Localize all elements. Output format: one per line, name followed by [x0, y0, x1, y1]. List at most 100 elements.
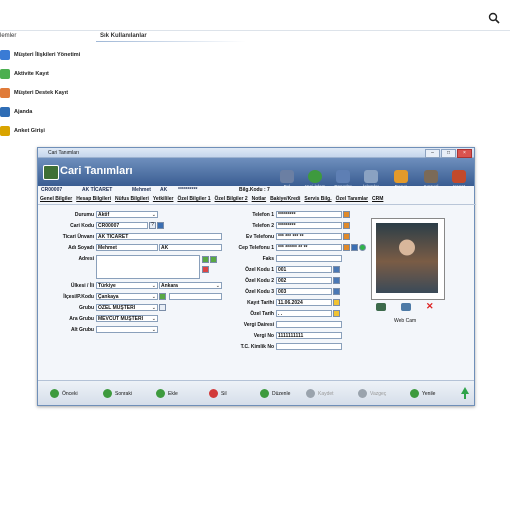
tab-ozel2[interactable]: Özel Bilgiler 2: [215, 196, 248, 204]
delete-photo-icon[interactable]: ✕: [426, 301, 434, 312]
grubu-edit-icon[interactable]: [159, 304, 166, 311]
tab-nufus[interactable]: Nüfus Bilgileri: [115, 196, 149, 204]
posta-kodu-field[interactable]: [169, 293, 222, 300]
add-ilce-icon[interactable]: [159, 293, 166, 300]
call-icon[interactable]: [343, 211, 350, 218]
evtel-label: Ev Telefonu: [246, 234, 274, 240]
delete-button[interactable]: Sil: [209, 389, 227, 398]
edit-address-icon[interactable]: [210, 256, 217, 263]
unvan-field[interactable]: AK TİCARET: [96, 233, 222, 240]
cari-kodu-field[interactable]: CR00007: [96, 222, 148, 229]
ok1-label: Özel Kodu 1: [245, 267, 274, 273]
help-button[interactable]: ?: [149, 222, 156, 229]
tab-ozel1[interactable]: Özel Bilgiler 1: [177, 196, 210, 204]
edit-button[interactable]: Düzenle: [260, 389, 290, 398]
tab-servis[interactable]: Servis Bilg.: [304, 196, 331, 204]
webcam-icon[interactable]: [376, 303, 386, 311]
calendar-icon[interactable]: [333, 299, 340, 306]
tel1-field[interactable]: *********: [276, 211, 342, 218]
menu-tab-favorites[interactable]: Sık Kullanılanlar: [100, 33, 147, 39]
location-pin-icon[interactable]: [202, 266, 209, 273]
durumu-select[interactable]: Aktif ⌄: [96, 211, 158, 218]
close-button[interactable]: ×: [457, 149, 472, 158]
lookup-icon[interactable]: [157, 222, 164, 229]
menu-item-activity[interactable]: Aktivite Kayıt: [0, 67, 49, 81]
support-icon: [0, 88, 10, 98]
faks-label: Faks: [262, 256, 274, 262]
vd-label: Vergi Dairesi: [243, 322, 274, 328]
call-icon[interactable]: [343, 244, 350, 251]
evtel-field[interactable]: *** *** *** **: [276, 233, 342, 240]
tab-bakiye[interactable]: Bakiye/Kredi: [270, 196, 300, 204]
vn-field[interactable]: 1111111111: [276, 332, 342, 339]
save-photo-icon[interactable]: [401, 303, 411, 311]
sms-icon[interactable]: [351, 244, 358, 251]
calendar-icon[interactable]: [333, 310, 340, 317]
minimize-button[interactable]: –: [425, 149, 440, 158]
ok3-label: Özel Kodu 3: [245, 289, 274, 295]
soyad-field[interactable]: AK: [159, 244, 222, 251]
durumu-label: Durumu: [74, 212, 94, 218]
map-icon[interactable]: [202, 256, 209, 263]
next-button[interactable]: Sonraki: [103, 389, 132, 398]
kayit-field[interactable]: 11.06.2024: [276, 299, 332, 306]
ara-grubu-select[interactable]: MEVCUT MÜŞTERİ ⌄: [96, 315, 158, 322]
tab-ozel-tanimlar[interactable]: Özel Tanımlar: [336, 196, 368, 204]
tc-field[interactable]: [276, 343, 342, 350]
plus-icon: [308, 170, 322, 183]
save-button[interactable]: Kaydet: [306, 389, 334, 398]
menu-item-survey[interactable]: Anket Girişi: [0, 124, 45, 138]
prev-button[interactable]: Önceki: [50, 389, 78, 398]
tel2-field[interactable]: *********: [276, 222, 342, 229]
adres-field[interactable]: [96, 255, 200, 279]
call-icon[interactable]: [343, 222, 350, 229]
customer-photo[interactable]: [371, 218, 445, 300]
code-list-icon[interactable]: [333, 277, 340, 284]
tab-genel[interactable]: Genel Bilgiler: [40, 196, 72, 204]
ok3-field[interactable]: 003: [276, 288, 332, 295]
vd-field[interactable]: [276, 321, 342, 328]
faks-field[interactable]: [276, 255, 342, 262]
alt-grubu-select[interactable]: ⌄: [96, 326, 158, 333]
ok2-field[interactable]: 002: [276, 277, 332, 284]
whatsapp-icon[interactable]: [359, 244, 366, 251]
tab-underline: [96, 41, 246, 42]
ok1-field[interactable]: 001: [276, 266, 332, 273]
info-masked: **********: [178, 187, 198, 193]
menu-item-crm[interactable]: Müşteri İlişkileri Yönetimi: [0, 48, 80, 62]
ulke-select[interactable]: Türkiye ⌄: [96, 282, 158, 289]
call-icon[interactable]: [343, 233, 350, 240]
menu-item-support[interactable]: Müşteri Destek Kayıt: [0, 86, 68, 100]
cari-icon: [43, 165, 59, 180]
tel1-label: Telefon 1: [252, 212, 274, 218]
ceptel-field[interactable]: *** ****** ** **: [276, 244, 342, 251]
info-name: AK TİCARET: [82, 187, 113, 193]
binoculars-icon: [280, 170, 294, 183]
ilce-select[interactable]: Çankaya ⌄: [96, 293, 158, 300]
tab-hesap[interactable]: Hesap Bilgileri: [76, 196, 111, 204]
tab-yetkililer[interactable]: Yetkililer: [153, 196, 174, 204]
scroll-up-stem: [464, 393, 466, 399]
info-surname: AK: [160, 187, 168, 193]
ok2-label: Özel Kodu 2: [245, 278, 274, 284]
refresh-button[interactable]: Yenile: [410, 389, 435, 398]
il-select[interactable]: Ankara ⌄: [159, 282, 222, 289]
maximize-button[interactable]: □: [441, 149, 456, 158]
tab-crm[interactable]: CRM: [372, 196, 383, 204]
code-list-icon[interactable]: [333, 266, 340, 273]
code-list-icon[interactable]: [333, 288, 340, 295]
report-icon: [336, 170, 350, 183]
menu-tab-all[interactable]: lemler: [0, 33, 16, 39]
add-button[interactable]: Ekle: [156, 389, 178, 398]
survey-icon: [0, 126, 10, 136]
ad-field[interactable]: Mehmet: [96, 244, 158, 251]
cancel-button[interactable]: Vazgeç: [358, 389, 386, 398]
ozel-tarih-field[interactable]: . .: [276, 310, 332, 317]
alt-grubu-label: Alt Grubu: [70, 327, 94, 333]
people-icon: [0, 50, 10, 60]
activity-icon: [0, 69, 10, 79]
menu-item-agenda[interactable]: Ajanda: [0, 105, 32, 119]
tab-notlar[interactable]: Notlar: [252, 196, 266, 204]
grubu-select[interactable]: ÖZEL MÜŞTERİ ⌄: [96, 304, 158, 311]
search-icon[interactable]: [488, 12, 500, 24]
